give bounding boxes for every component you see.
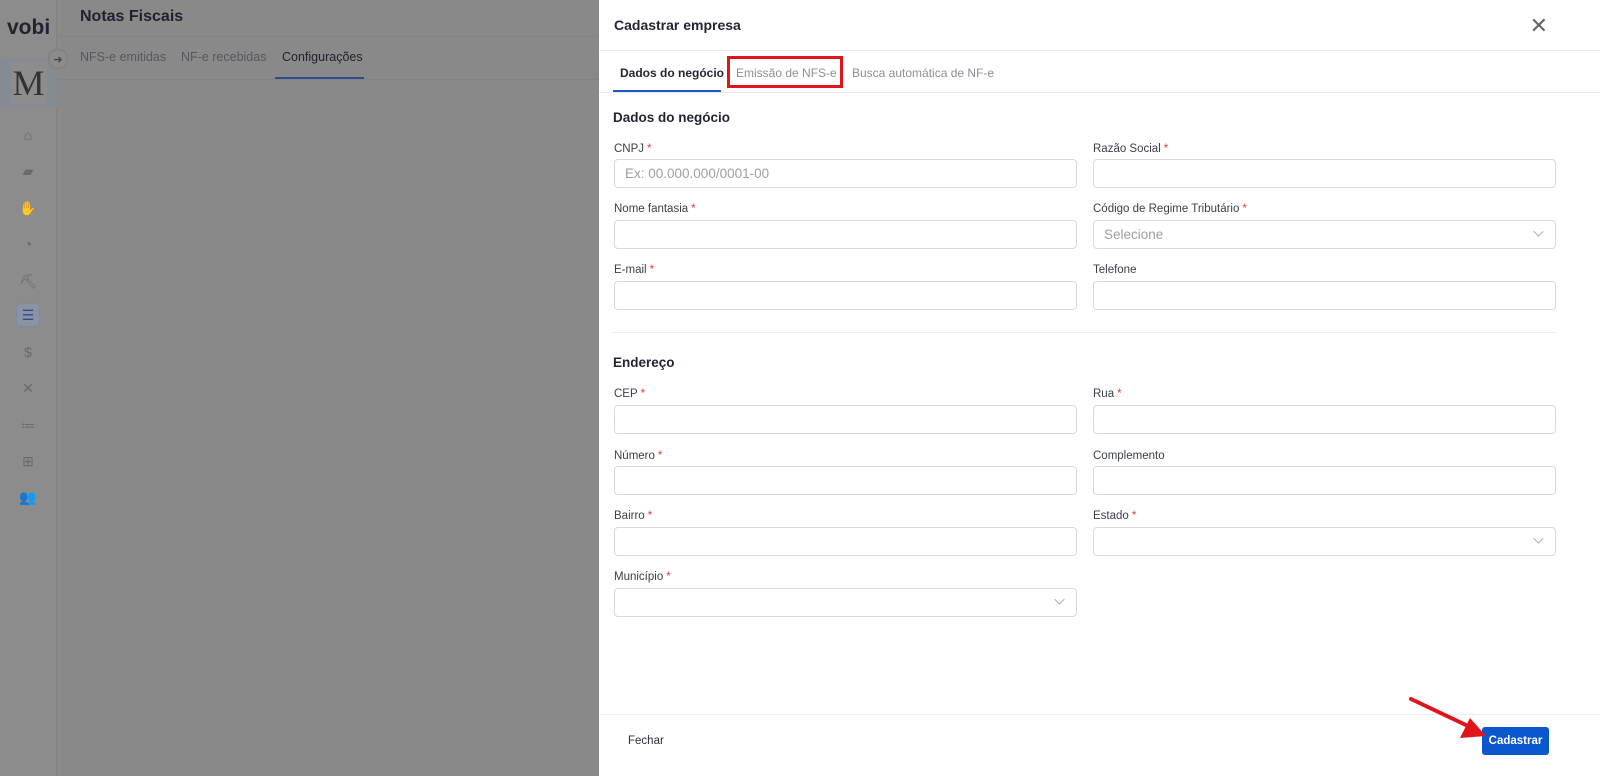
annotation-arrow — [1409, 697, 1486, 738]
